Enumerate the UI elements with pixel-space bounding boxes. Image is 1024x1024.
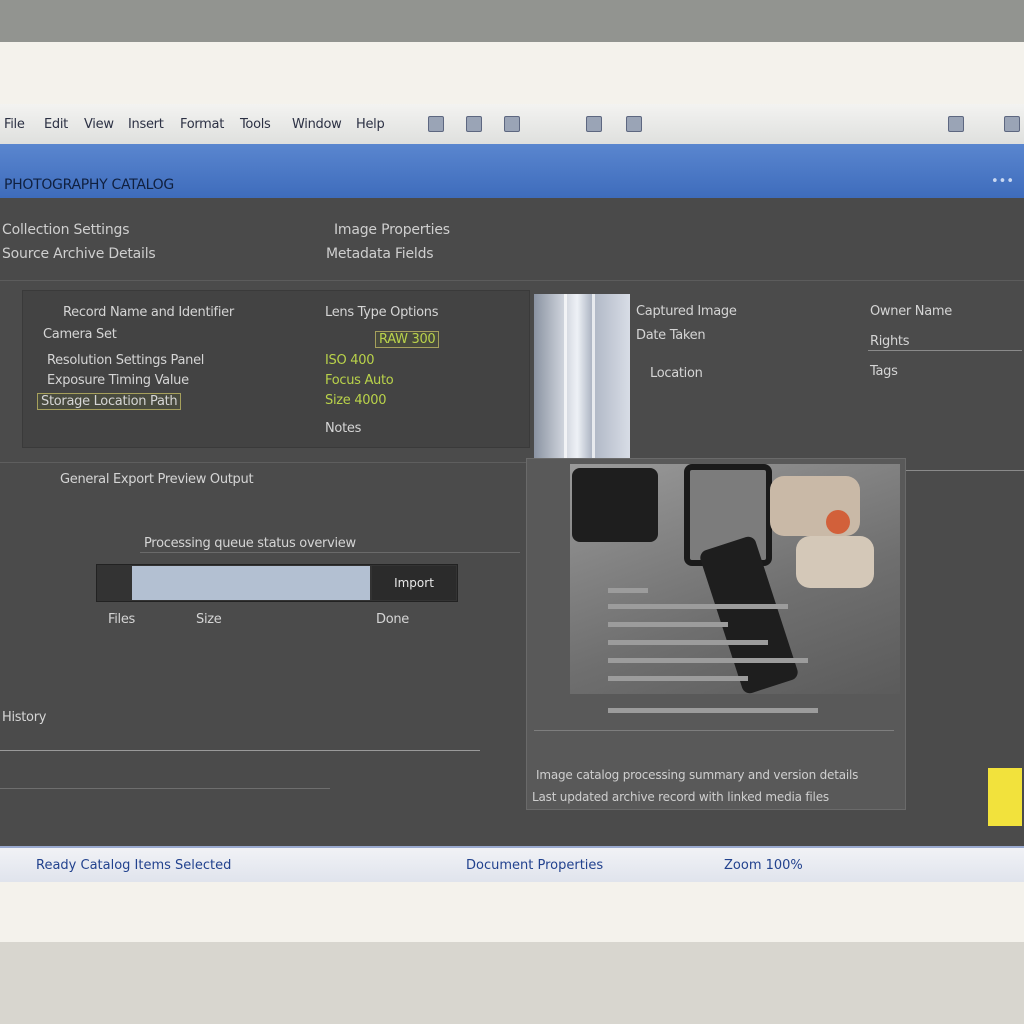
details-size: Size 4000 <box>325 393 387 408</box>
menu-window[interactable]: Window <box>292 117 342 132</box>
status-bar: Ready Catalog Items Selected Document Pr… <box>0 846 1024 882</box>
menu-bar: File Edit View Insert Format Tools Windo… <box>0 104 1024 145</box>
history-divider <box>0 750 480 751</box>
meta-size: Size <box>196 612 222 627</box>
window-title: PHOTOGRAPHY CATALOG <box>4 177 174 193</box>
details-storage-path[interactable]: Storage Location Path <box>37 393 182 410</box>
footer-left-divider <box>0 788 330 789</box>
info-owner-name: Owner Name <box>870 304 952 319</box>
sticky-note[interactable] <box>988 768 1022 826</box>
details-resolution: Resolution Settings Panel <box>47 353 205 368</box>
list-line <box>608 604 788 609</box>
menu-tools[interactable]: Tools <box>240 117 271 132</box>
lower-top-divider <box>0 462 528 463</box>
details-panel: Record Name and Identifier Camera Set Re… <box>22 290 530 448</box>
details-iso: ISO 400 <box>325 353 375 368</box>
save-icon[interactable] <box>466 116 482 132</box>
import-progress-fill <box>132 566 370 600</box>
header-collection-settings[interactable]: Collection Settings <box>2 222 130 238</box>
details-exposure: Exposure Timing Value <box>47 373 189 388</box>
search-icon[interactable] <box>586 116 602 132</box>
menu-file[interactable]: File <box>4 117 25 132</box>
meta-done: Done <box>376 612 410 627</box>
more-options-icon[interactable]: ••• <box>991 174 1014 189</box>
header-band: Collection Settings Image Properties Sou… <box>0 198 1024 281</box>
header-metadata-fields[interactable]: Metadata Fields <box>326 246 434 262</box>
info-captured-image: Captured Image <box>636 304 737 319</box>
info-rights: Rights <box>870 334 910 349</box>
list-line <box>608 708 818 713</box>
list-line <box>608 588 648 593</box>
menu-edit[interactable]: Edit <box>44 117 68 132</box>
info-tags: Tags <box>870 364 898 379</box>
lower-sub-divider <box>140 552 520 553</box>
details-lens-type: Lens Type Options <box>325 305 439 320</box>
info-location: Location <box>650 366 703 381</box>
footer-row-1: Image catalog processing summary and ver… <box>536 768 859 782</box>
info-divider <box>868 350 1022 351</box>
lower-tabs[interactable]: General Export Preview Output <box>60 472 254 487</box>
print-icon[interactable] <box>504 116 520 132</box>
app-window: File Edit View Insert Format Tools Windo… <box>0 104 1024 882</box>
list-line <box>608 676 748 681</box>
header-image-properties[interactable]: Image Properties <box>334 222 450 238</box>
menu-help[interactable]: Help <box>356 117 385 132</box>
top-background-band <box>0 0 1024 42</box>
info-date-taken: Date Taken <box>636 328 706 343</box>
list-line <box>608 640 768 645</box>
status-mid: Document Properties <box>466 858 604 873</box>
window-close-icon[interactable] <box>1004 116 1020 132</box>
settings-icon[interactable] <box>626 116 642 132</box>
list-line <box>608 658 808 663</box>
menu-format[interactable]: Format <box>180 117 224 132</box>
menu-view[interactable]: View <box>84 117 114 132</box>
status-right[interactable]: Zoom 100% <box>724 858 803 873</box>
title-bar: PHOTOGRAPHY CATALOG ••• <box>0 144 1024 198</box>
footer-row-2: Last updated archive record with linked … <box>532 790 829 804</box>
window-minimize-icon[interactable] <box>948 116 964 132</box>
meta-files: Files <box>108 612 136 627</box>
history-label[interactable]: History <box>2 710 46 725</box>
bottom-background-band <box>0 942 1024 1024</box>
list-line <box>608 622 728 627</box>
details-format-chip[interactable]: RAW 300 <box>375 331 440 348</box>
thumbnail-image[interactable] <box>534 294 630 460</box>
details-focus: Focus Auto <box>325 373 394 388</box>
details-notes: Notes <box>325 421 362 436</box>
import-button[interactable]: Import <box>372 566 456 600</box>
details-record-name: Record Name and Identifier <box>63 305 234 320</box>
details-camera-set: Camera Set <box>43 327 117 342</box>
menu-insert[interactable]: Insert <box>128 117 164 132</box>
preview-divider <box>534 730 894 731</box>
folder-icon[interactable] <box>428 116 444 132</box>
status-left: Ready Catalog Items Selected <box>36 858 232 873</box>
header-source-details[interactable]: Source Archive Details <box>2 246 156 262</box>
info-panel: Captured Image Date Taken Location Owner… <box>632 294 1024 471</box>
lower-subtitle: Processing queue status overview <box>144 536 356 551</box>
